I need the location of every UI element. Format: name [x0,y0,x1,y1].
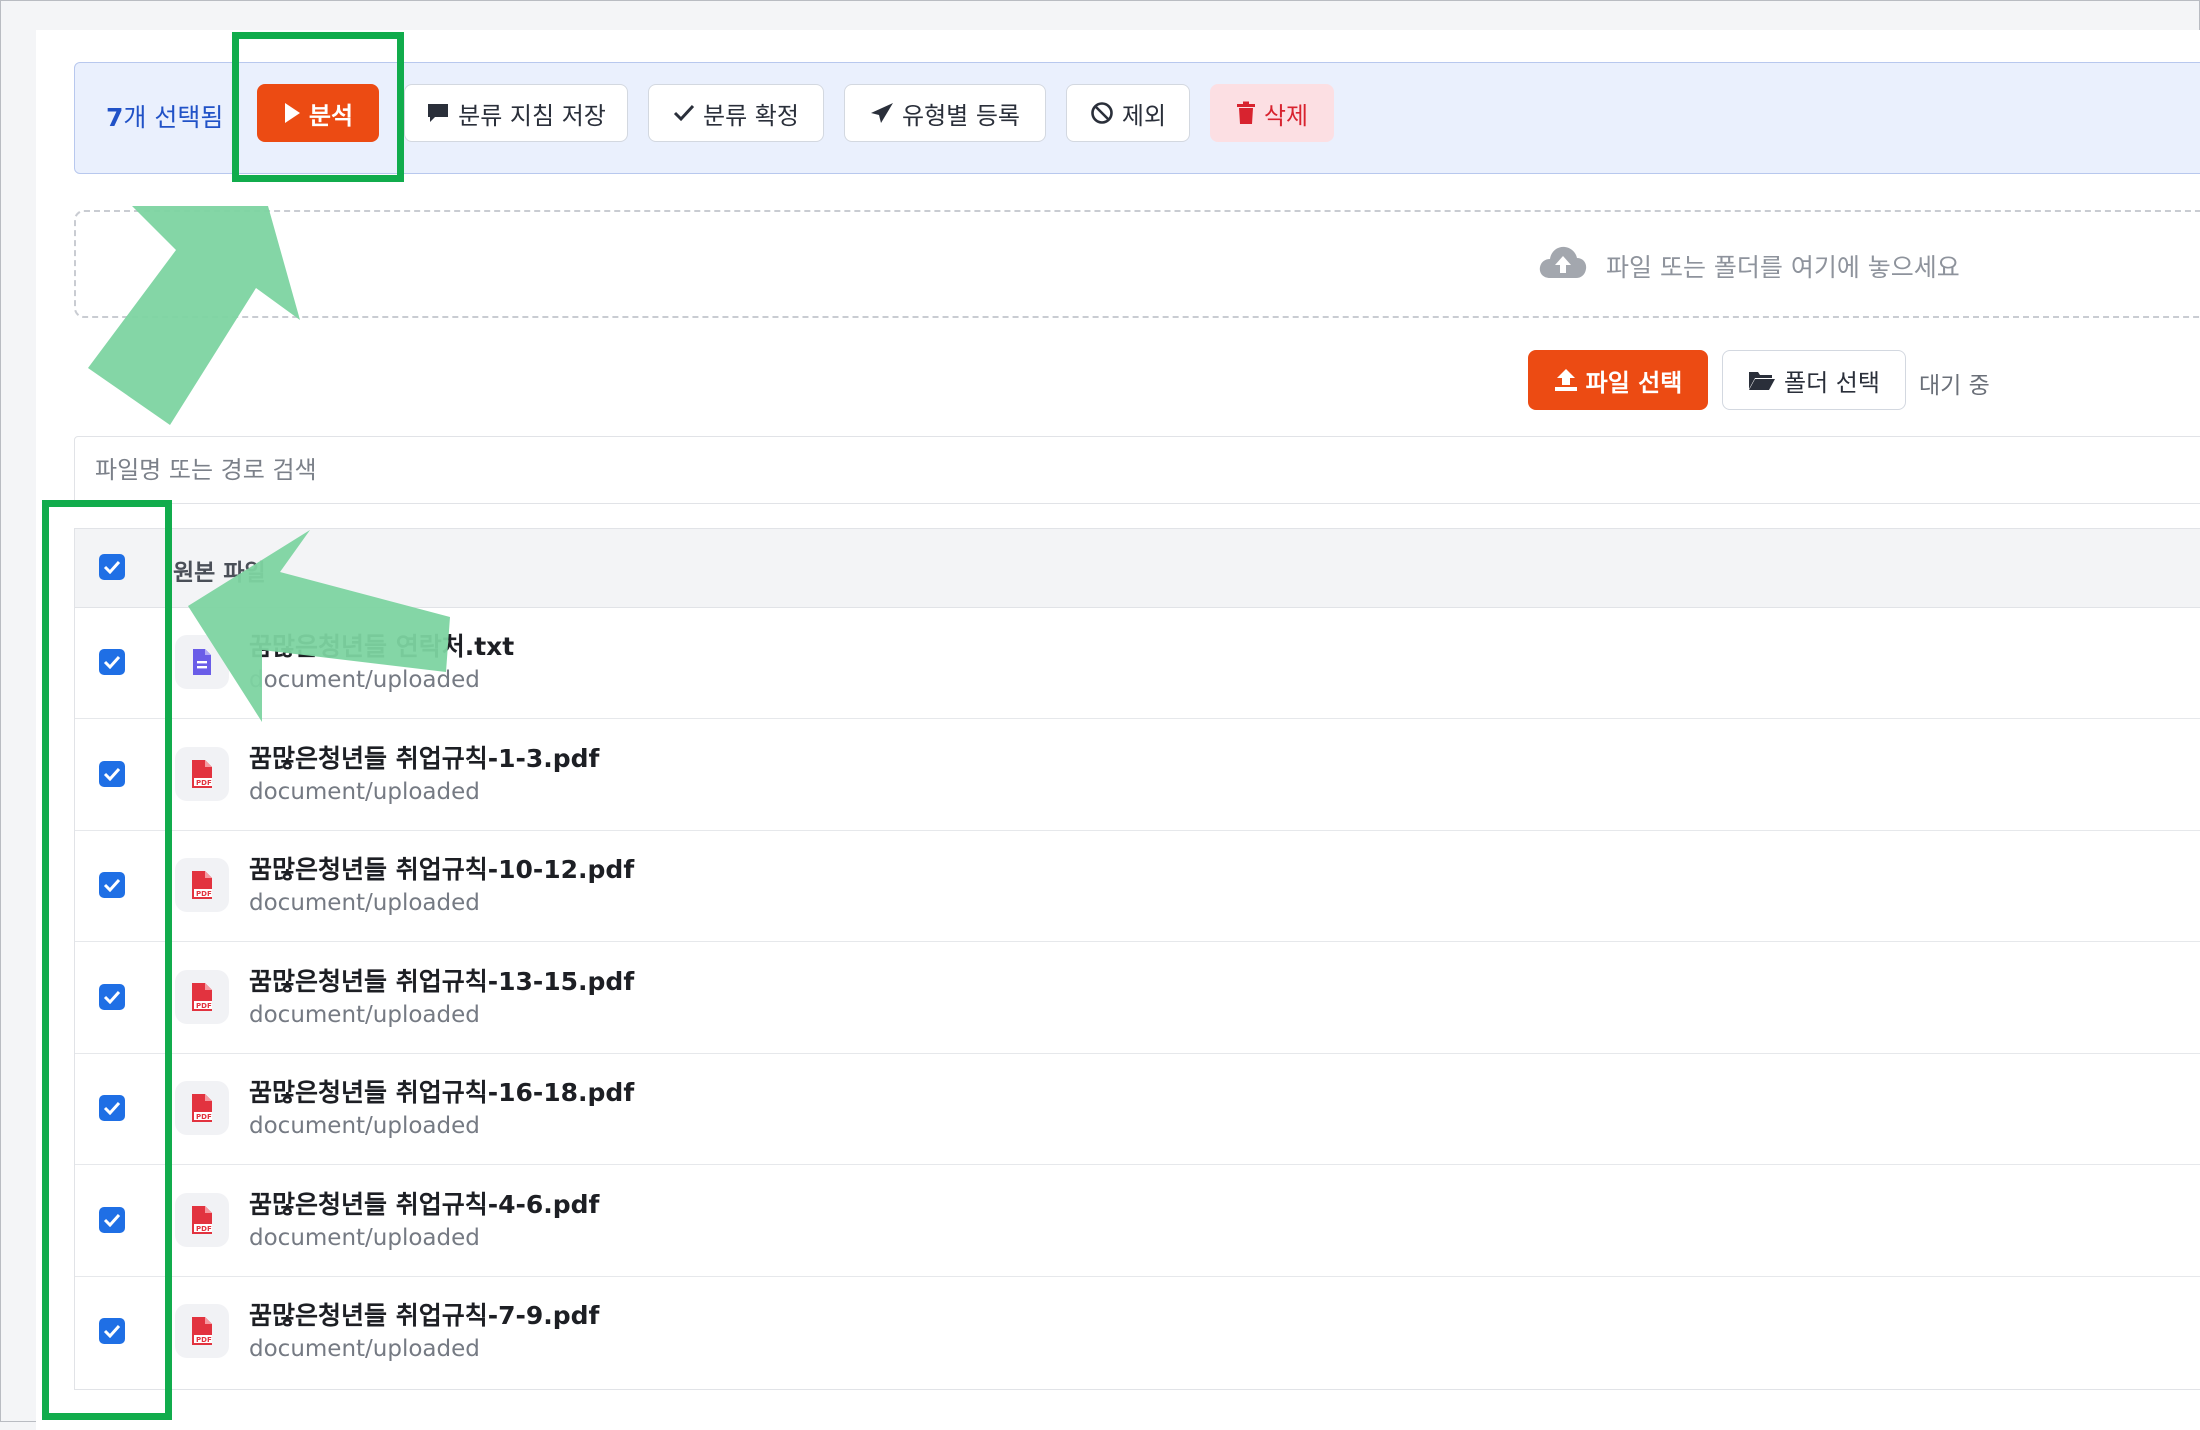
folder-select-button[interactable]: 폴더 선택 [1722,350,1906,410]
table-row[interactable]: 꿈많은청년들 연락처.txt document/uploaded [75,607,2200,719]
file-name: 꿈많은청년들 취업규칙-4-6.pdf [249,1189,600,1219]
svg-text:PDF: PDF [196,1225,212,1233]
file-path: document/uploaded [249,667,480,693]
file-path: document/uploaded [249,1224,480,1251]
comment-icon [426,102,450,124]
column-header-source-file: 원본 파일 [173,560,266,586]
svg-text:PDF: PDF [196,1113,212,1121]
svg-text:PDF: PDF [196,1002,212,1010]
file-select-button[interactable]: 파일 선택 [1528,350,1708,410]
table-row[interactable]: PDF 꿈많은청년들 취업규칙-1-3.pdf document/uploaded [75,719,2200,831]
analyze-highlight-box [232,32,404,182]
ban-icon [1090,101,1114,125]
file-path: document/uploaded [249,1336,480,1362]
file-table: 원본 파일 꿈많은청년들 연락처.txt document/uploaded PDF… [74,528,2200,1390]
file-name: 꿈많은청년들 취업규칙-13-15.pdf [249,966,635,996]
table-row[interactable]: PDF 꿈많은청년들 취업규칙-7-9.pdf document/uploaded [75,1276,2200,1387]
table-row[interactable]: PDF 꿈많은청년들 취업규칙-10-12.pdf document/uploade… [75,830,2200,942]
file-name: 꿈많은청년들 취업규칙-1-3.pdf [249,743,600,773]
delete-button[interactable]: 삭제 [1210,84,1334,142]
paper-plane-icon [870,102,894,124]
svg-text:PDF: PDF [196,1336,212,1344]
selected-count-number: 7 [106,103,124,132]
file-path: document/uploaded [249,1113,480,1139]
pdf-file-icon: PDF [175,746,229,801]
file-name: 꿈많은청년들 취업규칙-16-18.pdf [249,1078,635,1107]
file-path: document/uploaded [249,778,480,805]
pdf-file-icon: PDF [175,1304,229,1358]
file-name: 꿈많은청년들 취업규칙-7-9.pdf [249,1301,600,1330]
upload-icon [1554,368,1578,392]
pdf-file-icon: PDF [175,969,229,1024]
confirm-classification-button-label: 분류 확정 [703,101,799,130]
register-by-type-button[interactable]: 유형별 등록 [844,84,1046,142]
file-name: 꿈많은청년들 취업규칙-10-12.pdf [249,855,635,884]
register-by-type-button-label: 유형별 등록 [901,101,1021,130]
table-row[interactable]: PDF 꿈많은청년들 취업규칙-13-15.pdf document/uploade… [75,942,2200,1054]
selected-count-text: 개 선택됨 [123,103,224,132]
svg-text:PDF: PDF [196,890,212,898]
pdf-file-icon: PDF [175,1081,229,1135]
search-input[interactable] [74,436,2200,504]
folder-open-icon [1748,369,1776,391]
confirm-classification-button[interactable]: 분류 확정 [648,84,824,142]
trash-icon [1236,101,1256,125]
file-name: 꿈많은청년들 연락처.txt [249,632,515,661]
file-path: document/uploaded [249,890,480,916]
checkbox-column-highlight-box [42,500,172,1420]
pdf-file-icon: PDF [175,1192,229,1247]
exclude-button-label: 제외 [1121,101,1167,130]
upload-status-text: 대기 중 [1919,373,1990,399]
selected-count-label: 7개 선택됨 [106,98,223,134]
pdf-file-icon: PDF [175,858,229,912]
delete-button-label: 삭제 [1263,101,1309,130]
file-path: document/uploaded [249,1001,480,1028]
folder-select-button-label: 폴더 선택 [1784,368,1880,397]
text-file-icon [175,635,229,689]
table-header: 원본 파일 [75,529,2200,608]
table-row[interactable]: PDF 꿈많은청년들 취업규칙-4-6.pdf document/uploaded [75,1165,2200,1277]
table-row[interactable]: PDF 꿈많은청년들 취업규칙-16-18.pdf document/uploade… [75,1053,2200,1165]
cloud-upload-icon [1538,244,1588,284]
exclude-button[interactable]: 제외 [1066,84,1190,142]
save-guideline-button[interactable]: 분류 지침 저장 [404,84,628,142]
save-guideline-button-label: 분류 지침 저장 [458,101,606,130]
drop-zone-text: 파일 또는 폴더를 여기에 놓으세요 [1606,253,1960,282]
svg-text:PDF: PDF [196,779,212,787]
file-select-button-label: 파일 선택 [1585,368,1683,397]
checkmark-icon [673,104,695,122]
